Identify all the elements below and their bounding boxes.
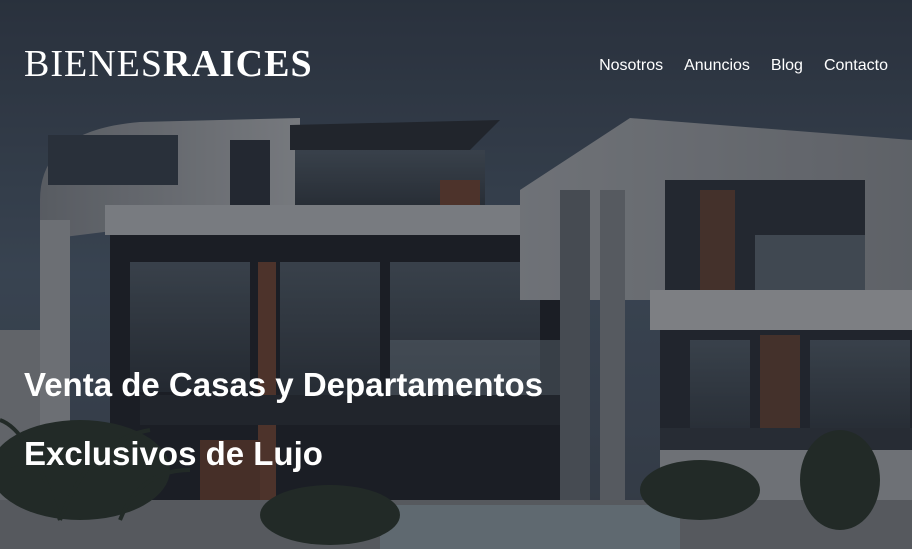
nav-link-blog[interactable]: Blog <box>771 55 803 77</box>
site-header: BIENESRAICES Nosotros Anuncios Blog Cont… <box>0 0 912 120</box>
hero-headline-line-1: Venta de Casas y Departamentos <box>24 366 544 403</box>
nav-link-nosotros[interactable]: Nosotros <box>599 55 663 77</box>
main-navigation: Nosotros Anuncios Blog Contacto <box>599 55 888 77</box>
hero-headline: Venta de Casas y Departamentos Exclusivo… <box>24 350 624 488</box>
hero-headline-line-2: Exclusivos de Lujo <box>24 435 323 472</box>
logo-bold-text: RAICES <box>163 43 313 85</box>
nav-link-contacto[interactable]: Contacto <box>824 55 888 77</box>
hero-section: BIENESRAICES Nosotros Anuncios Blog Cont… <box>0 0 912 549</box>
logo-light-text: BIENES <box>24 43 163 85</box>
site-logo[interactable]: BIENESRAICES <box>24 44 313 84</box>
nav-link-anuncios[interactable]: Anuncios <box>684 55 750 77</box>
